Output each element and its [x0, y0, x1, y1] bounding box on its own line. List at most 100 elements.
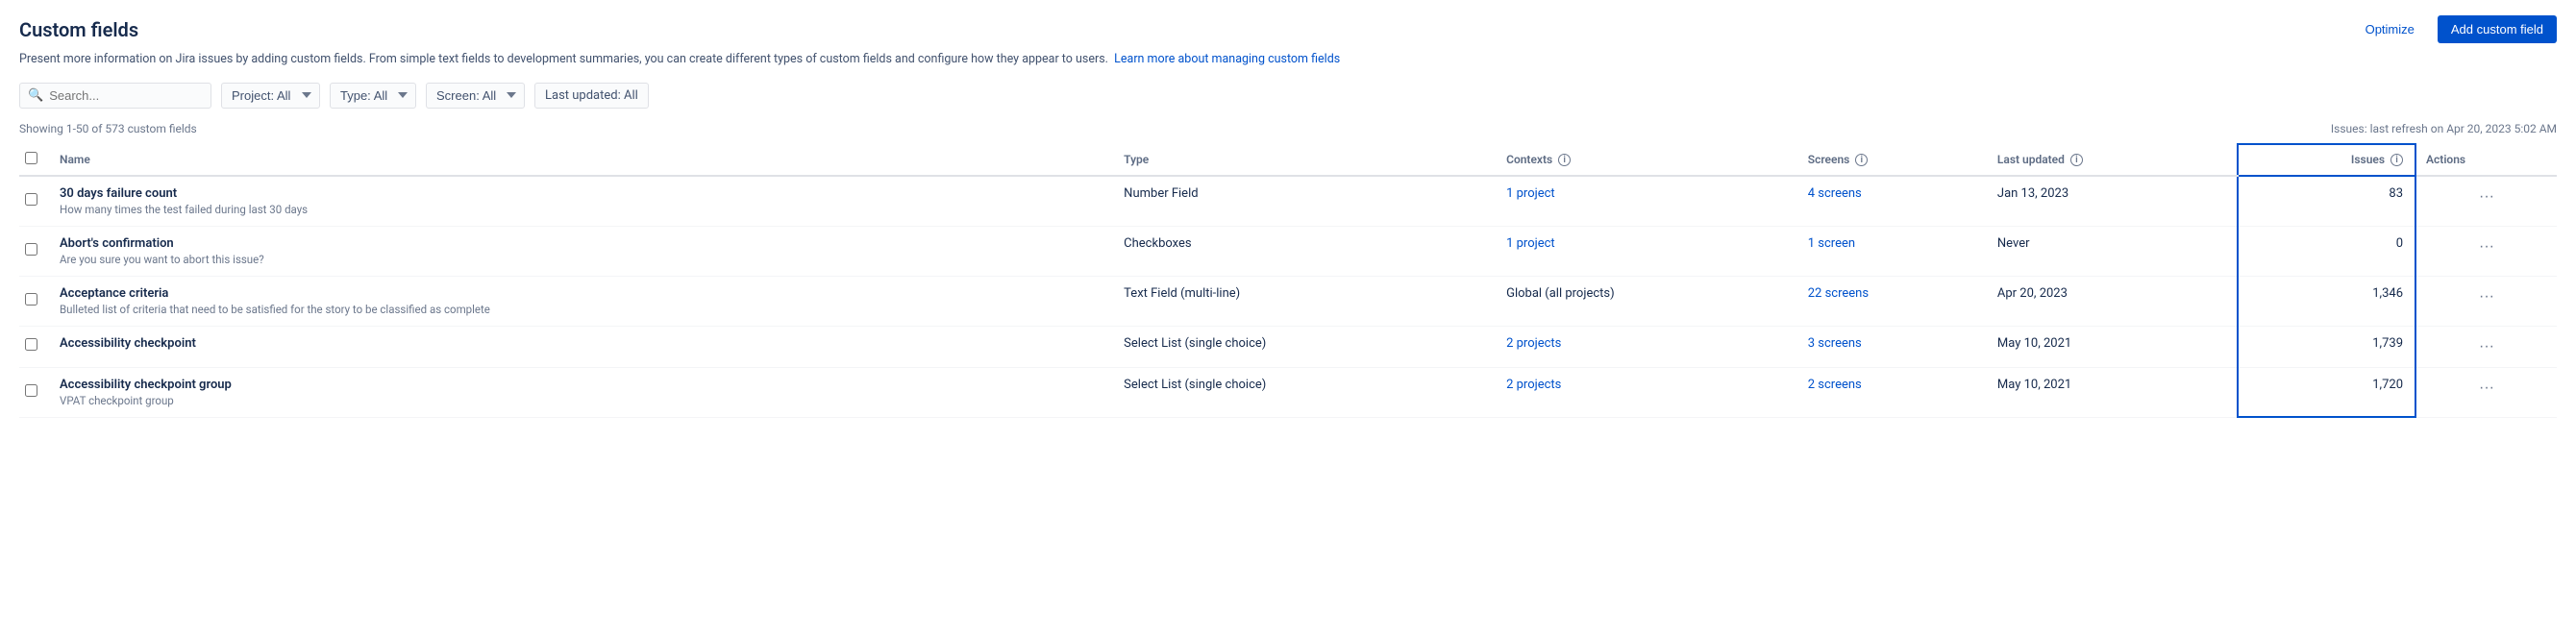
field-issues-cell: 1,739 [2238, 326, 2415, 367]
field-issues-cell: 1,720 [2238, 367, 2415, 417]
row-checkbox[interactable] [25, 193, 37, 206]
last-refresh: Issues: last refresh on Apr 20, 2023 5:0… [2331, 122, 2557, 135]
field-description: Bulleted list of criteria that need to b… [60, 303, 1104, 316]
row-checkbox-cell[interactable] [19, 276, 50, 326]
contexts-link[interactable]: 2 projects [1506, 336, 1561, 351]
row-actions-button[interactable]: ··· [2473, 286, 2500, 307]
page-description: Present more information on Jira issues … [19, 51, 2557, 69]
row-checkbox[interactable] [25, 338, 37, 351]
field-actions-cell[interactable]: ··· [2415, 276, 2557, 326]
field-last-updated-cell: Apr 20, 2023 [1988, 276, 2238, 326]
field-description: VPAT checkpoint group [60, 394, 1104, 407]
screens-link[interactable]: 3 screens [1808, 336, 1862, 351]
screens-link[interactable]: 22 screens [1808, 286, 1869, 301]
table-row: Abort's confirmation Are you sure you wa… [19, 226, 2557, 276]
field-name-cell: Abort's confirmation Are you sure you wa… [50, 226, 1114, 276]
field-contexts-cell: 2 projects [1497, 367, 1798, 417]
search-box[interactable]: 🔍 [19, 83, 211, 109]
page-title: Custom fields [19, 18, 138, 41]
field-screens-cell: 1 screen [1798, 226, 1988, 276]
field-name: Abort's confirmation [60, 236, 1104, 251]
table-row: Accessibility checkpoint Select List (si… [19, 326, 2557, 367]
field-name-cell: Acceptance criteria Bulleted list of cri… [50, 276, 1114, 326]
field-screens-cell: 4 screens [1798, 176, 1988, 227]
row-checkbox[interactable] [25, 384, 37, 397]
search-icon: 🔍 [28, 88, 43, 103]
field-last-updated-cell: Jan 13, 2023 [1988, 176, 2238, 227]
field-name: Accessibility checkpoint [60, 336, 1104, 351]
field-type-cell: Select List (single choice) [1114, 367, 1497, 417]
field-type-cell: Select List (single choice) [1114, 326, 1497, 367]
field-last-updated-cell: Never [1988, 226, 2238, 276]
custom-fields-table: Name Type Contexts i Screens i Last upda… [19, 143, 2557, 419]
field-contexts-cell: Global (all projects) [1497, 276, 1798, 326]
field-name-cell: Accessibility checkpoint group VPAT chec… [50, 367, 1114, 417]
field-description: How many times the test failed during la… [60, 203, 1104, 216]
results-count: Showing 1-50 of 573 custom fields [19, 122, 197, 135]
field-actions-cell[interactable]: ··· [2415, 326, 2557, 367]
select-all-checkbox[interactable] [25, 152, 37, 164]
field-screens-cell: 3 screens [1798, 326, 1988, 367]
screens-link[interactable]: 2 screens [1808, 378, 1862, 392]
project-filter[interactable]: Project: All [221, 83, 320, 109]
field-last-updated-cell: May 10, 2021 [1988, 326, 2238, 367]
type-filter[interactable]: Type: All [330, 83, 416, 109]
screens-link[interactable]: 4 screens [1808, 186, 1862, 201]
screens-info-icon: i [1855, 154, 1868, 166]
issues-column-header: Issues i [2238, 144, 2415, 176]
screen-filter[interactable]: Screen: All [426, 83, 525, 109]
row-checkbox-cell[interactable] [19, 326, 50, 367]
row-actions-button[interactable]: ··· [2473, 186, 2500, 208]
field-contexts-cell: 2 projects [1497, 326, 1798, 367]
contexts-info-icon: i [1558, 154, 1571, 166]
name-column-header: Name [50, 144, 1114, 176]
row-actions-button[interactable]: ··· [2473, 378, 2500, 399]
filters-bar: 🔍 Project: All Type: All Screen: All Las… [19, 83, 2557, 109]
field-actions-cell[interactable]: ··· [2415, 226, 2557, 276]
field-type-cell: Number Field [1114, 176, 1497, 227]
field-name: Acceptance criteria [60, 286, 1104, 301]
contexts-link[interactable]: 1 project [1506, 236, 1555, 251]
field-type-cell: Text Field (multi-line) [1114, 276, 1497, 326]
row-checkbox[interactable] [25, 293, 37, 306]
row-checkbox-cell[interactable] [19, 176, 50, 227]
screens-link[interactable]: 1 screen [1808, 236, 1855, 251]
contexts-link[interactable]: 2 projects [1506, 378, 1561, 392]
row-actions-button[interactable]: ··· [2473, 236, 2500, 257]
row-checkbox-cell[interactable] [19, 367, 50, 417]
contexts-column-header: Contexts i [1497, 144, 1798, 176]
field-issues-cell: 83 [2238, 176, 2415, 227]
issues-info-icon: i [2390, 154, 2403, 166]
field-description: Are you sure you want to abort this issu… [60, 253, 1104, 266]
actions-column-header: Actions [2415, 144, 2557, 176]
type-column-header: Type [1114, 144, 1497, 176]
field-name-cell: 30 days failure count How many times the… [50, 176, 1114, 227]
table-row: 30 days failure count How many times the… [19, 176, 2557, 227]
table-row: Accessibility checkpoint group VPAT chec… [19, 367, 2557, 417]
learn-more-link[interactable]: Learn more about managing custom fields [1114, 52, 1340, 66]
add-custom-field-button[interactable]: Add custom field [2438, 15, 2557, 43]
field-actions-cell[interactable]: ··· [2415, 176, 2557, 227]
field-contexts-cell: 1 project [1497, 226, 1798, 276]
screens-column-header: Screens i [1798, 144, 1988, 176]
optimize-button[interactable]: Optimize [2354, 16, 2426, 42]
field-type-cell: Checkboxes [1114, 226, 1497, 276]
row-checkbox-cell[interactable] [19, 226, 50, 276]
search-input[interactable] [49, 88, 203, 103]
table-row: Acceptance criteria Bulleted list of cri… [19, 276, 2557, 326]
field-last-updated-cell: May 10, 2021 [1988, 367, 2238, 417]
last-updated-filter[interactable]: Last updated: All [534, 83, 649, 109]
row-actions-button[interactable]: ··· [2473, 336, 2500, 357]
field-actions-cell[interactable]: ··· [2415, 367, 2557, 417]
row-checkbox[interactable] [25, 243, 37, 256]
last-updated-column-header: Last updated i [1988, 144, 2238, 176]
contexts-link[interactable]: 1 project [1506, 186, 1555, 201]
field-name: 30 days failure count [60, 186, 1104, 201]
field-name-cell: Accessibility checkpoint [50, 326, 1114, 367]
results-info: Showing 1-50 of 573 custom fields Issues… [19, 122, 2557, 135]
field-screens-cell: 2 screens [1798, 367, 1988, 417]
select-all-header[interactable] [19, 144, 50, 176]
field-issues-cell: 0 [2238, 226, 2415, 276]
field-contexts-cell: 1 project [1497, 176, 1798, 227]
last-updated-info-icon: i [2070, 154, 2083, 166]
